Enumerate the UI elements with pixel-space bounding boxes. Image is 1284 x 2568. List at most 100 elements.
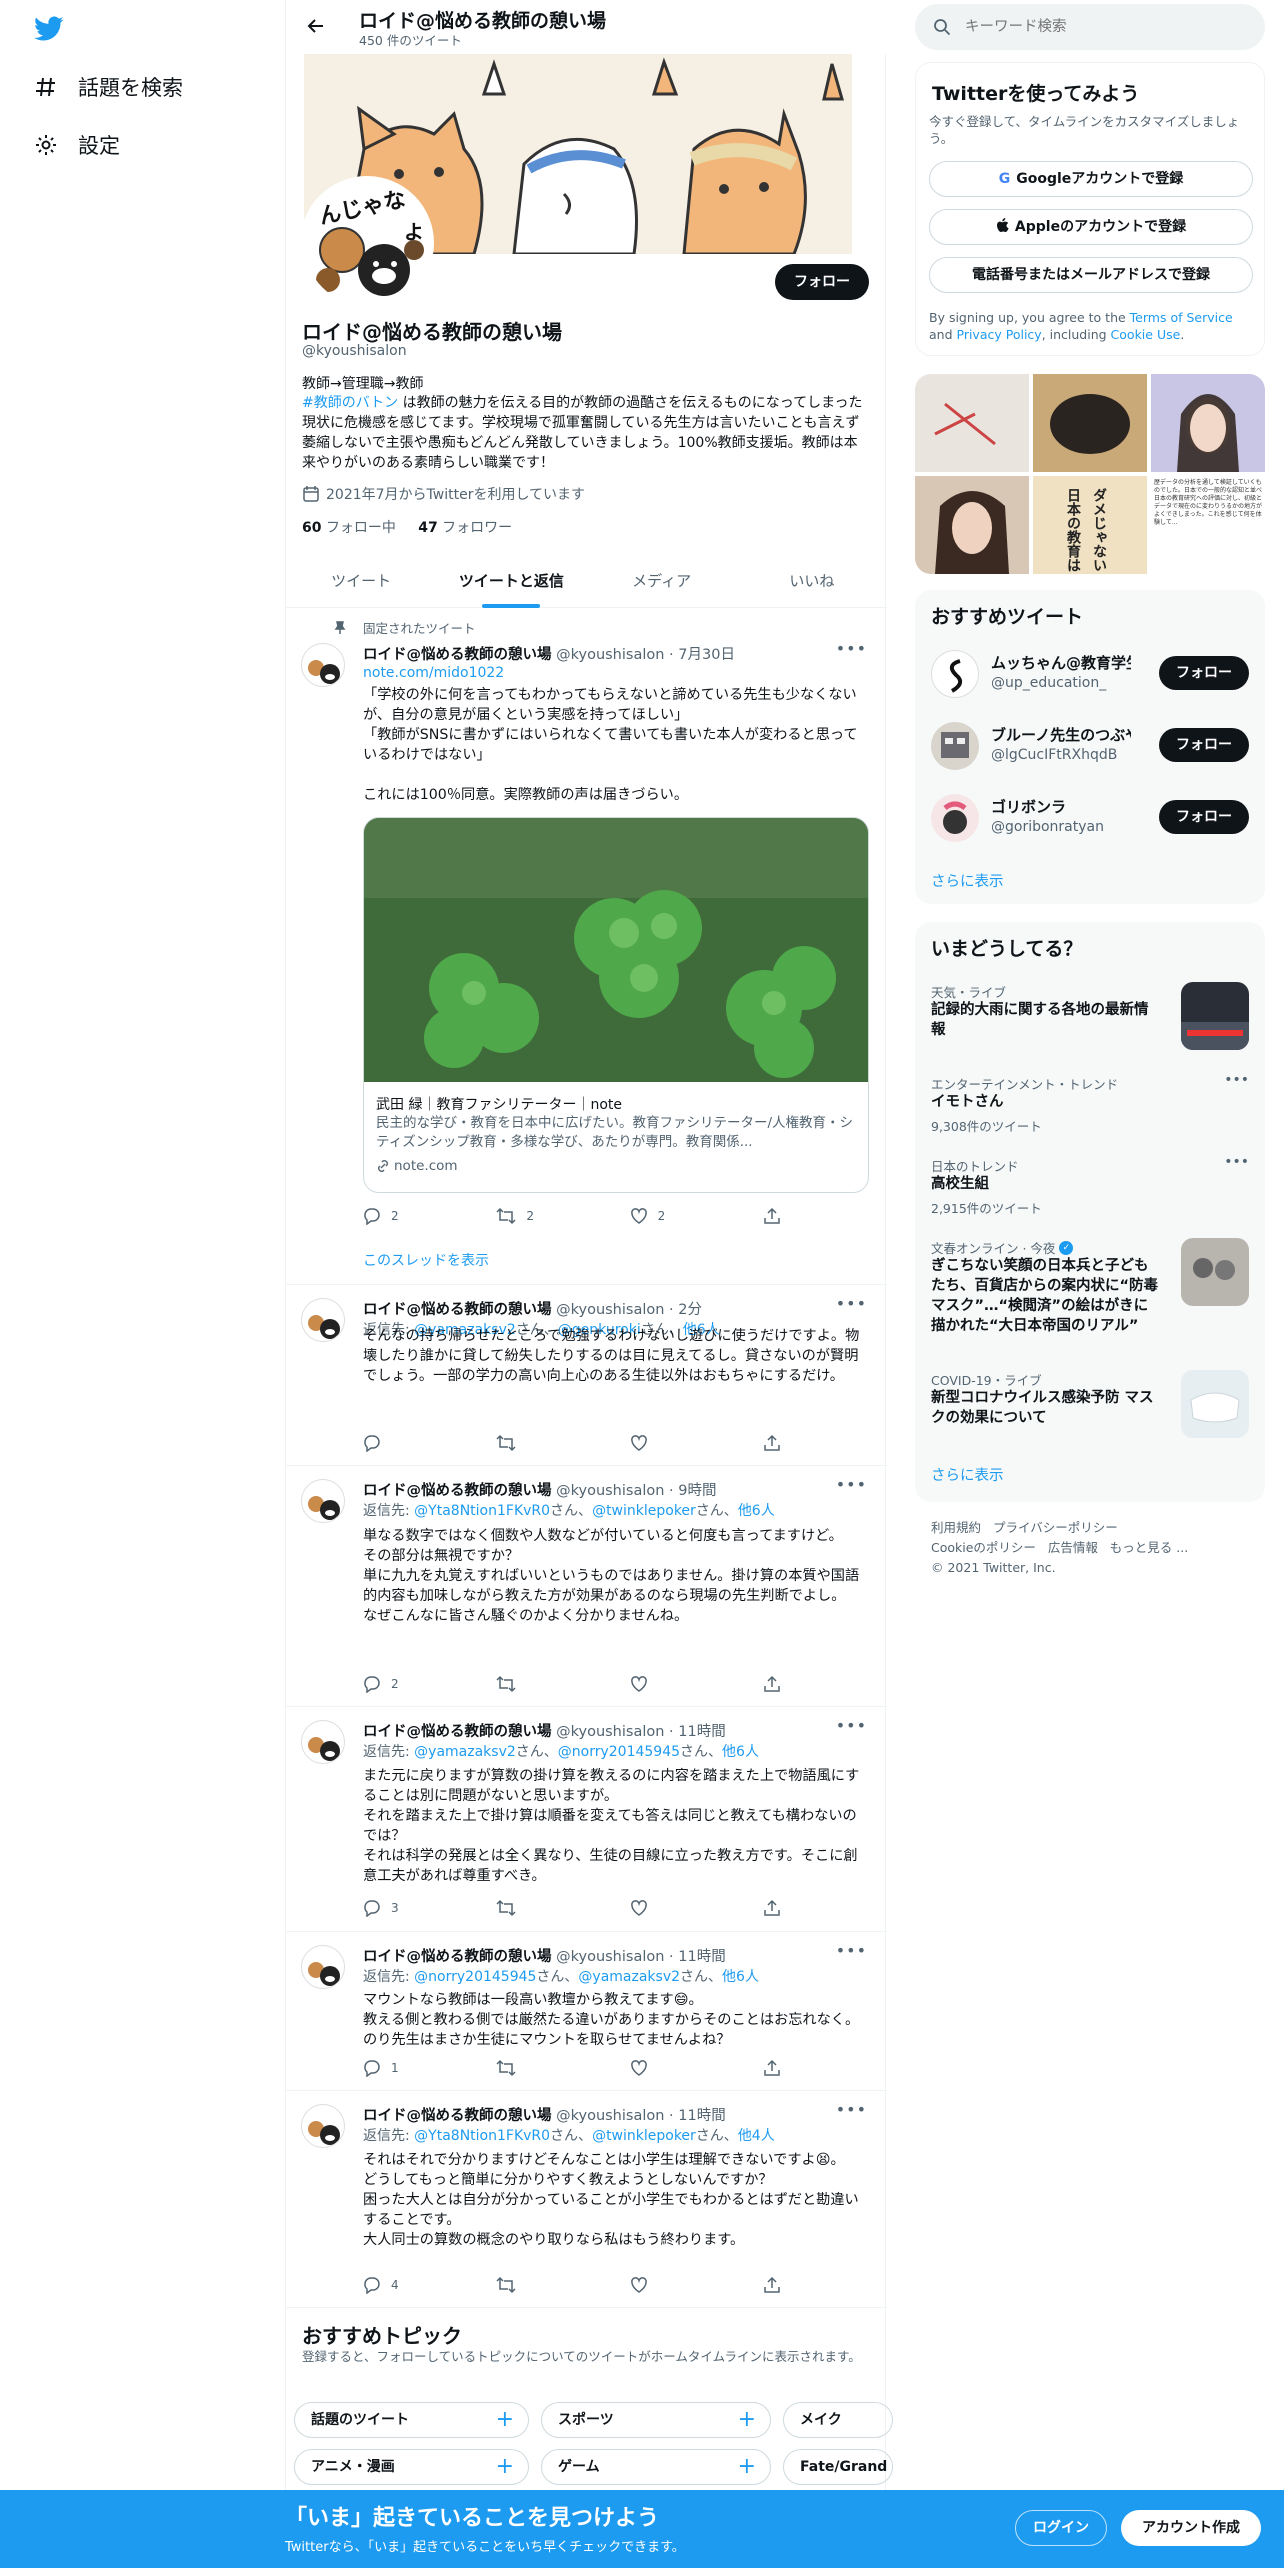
- reply-mention[interactable]: @yamazaksv2: [578, 1969, 680, 1985]
- topic-chip[interactable]: スポーツ +: [541, 2402, 771, 2438]
- avatar[interactable]: [301, 643, 345, 687]
- reply-mention[interactable]: @twinklepoker: [592, 2128, 696, 2144]
- more-icon[interactable]: •••: [836, 1294, 867, 1313]
- retweet-button[interactable]: [496, 1673, 596, 1695]
- like-button[interactable]: [630, 1897, 730, 1919]
- tab-media[interactable]: メディア: [587, 556, 737, 607]
- more-icon[interactable]: •••: [836, 1716, 867, 1735]
- back-arrow-icon[interactable]: [306, 16, 326, 40]
- create-account-button[interactable]: アカウント作成: [1121, 2510, 1261, 2546]
- reply-mention[interactable]: @norry20145945: [558, 1744, 680, 1760]
- follow-button[interactable]: フォロー: [775, 264, 869, 300]
- follow-button[interactable]: フォロー: [1159, 728, 1249, 762]
- tweet-author-name[interactable]: ロイド@悩める教師の憩い場: [363, 647, 552, 663]
- recommended-show-more[interactable]: さらに表示: [931, 870, 1004, 891]
- show-thread-link[interactable]: このスレッドを表示: [363, 1250, 489, 1270]
- reply-others-link[interactable]: 他4人: [738, 2128, 775, 2144]
- retweet-button[interactable]: [496, 2057, 596, 2079]
- media-thumb-5[interactable]: 日本の教育は ダメじゃない: [1033, 476, 1147, 574]
- reply-tweet[interactable]: ロイド@悩める教師の憩い場 @kyoushisalon · 9時間 ••• 返信先:…: [286, 1467, 887, 1707]
- trend-item[interactable]: 日本のトレンド 高校生組 2,915件のツイート •••: [915, 1154, 1265, 1216]
- reply-button[interactable]: 4: [363, 2274, 463, 2296]
- link-card[interactable]: 武田 緑｜教育ファシリテーター｜note 民主的な学び・教育を日本中に広げたい。…: [363, 817, 869, 1193]
- media-thumb-6[interactable]: 歴データの分析を通して検証していくものでした。日本での一般的な認知と並べ日本の教…: [1151, 476, 1265, 574]
- follow-button[interactable]: フォロー: [1159, 800, 1249, 834]
- retweet-button[interactable]: 2: [496, 1205, 596, 1227]
- cookie-link[interactable]: Cookie Use: [1111, 327, 1181, 342]
- footer-cookie[interactable]: Cookieのポリシー: [931, 1540, 1036, 1555]
- avatar[interactable]: [301, 1945, 345, 1989]
- retweet-button[interactable]: [496, 2274, 596, 2296]
- tweet-author-name[interactable]: ロイド@悩める教師の憩い場: [363, 1302, 552, 1318]
- media-thumb-1[interactable]: [915, 374, 1029, 472]
- reply-mention[interactable]: @yamazaksv2: [414, 1744, 516, 1760]
- tab-tweets-replies[interactable]: ツイートと返信: [436, 556, 586, 607]
- avatar[interactable]: [301, 1479, 345, 1523]
- like-button[interactable]: [630, 1432, 730, 1454]
- reply-others-link[interactable]: 他6人: [722, 1744, 759, 1760]
- reply-tweet[interactable]: ロイド@悩める教師の憩い場 @kyoushisalon · 11時間 ••• 返信先…: [286, 1708, 887, 1932]
- topic-chip[interactable]: アニメ・漫画 +: [294, 2449, 529, 2485]
- reply-tweet[interactable]: ロイド@悩める教師の憩い場 @kyoushisalon · 11時間 ••• 返信先…: [286, 2092, 887, 2308]
- media-thumb-4[interactable]: [915, 476, 1029, 574]
- retweet-button[interactable]: [496, 1897, 596, 1919]
- avatar[interactable]: [301, 2104, 345, 2148]
- search-input[interactable]: [965, 12, 1245, 42]
- following-link[interactable]: 60 フォロー中: [302, 520, 396, 536]
- like-button[interactable]: [630, 2057, 730, 2079]
- trend-item[interactable]: COVID-19・ライブ 新型コロナウイルス感染予防 マスクの効果について: [915, 1370, 1265, 1450]
- reply-mention[interactable]: @Yta8Ntion1FKvR0: [414, 1503, 550, 1519]
- more-icon[interactable]: •••: [1224, 1072, 1249, 1088]
- reply-button[interactable]: 1: [363, 2057, 463, 2079]
- reply-button[interactable]: [363, 1432, 463, 1454]
- share-button[interactable]: [763, 1432, 783, 1454]
- apple-signup-button[interactable]: Appleのアカウントで登録: [929, 209, 1253, 245]
- twitter-logo-icon[interactable]: [34, 16, 64, 46]
- login-button[interactable]: ログイン: [1015, 2510, 1107, 2546]
- google-signup-button[interactable]: G Googleアカウントで登録: [929, 161, 1253, 197]
- phone-email-signup-button[interactable]: 電話番号またはメールアドレスで登録: [929, 257, 1253, 293]
- share-button[interactable]: [763, 1897, 783, 1919]
- trend-item[interactable]: 天気・ライブ 記録的大雨に関する各地の最新情報: [915, 982, 1265, 1062]
- share-button[interactable]: [763, 1673, 783, 1695]
- reply-tweet[interactable]: ロイド@悩める教師の憩い場 @kyoushisalon · 2分 ••• 返信先: …: [286, 1286, 887, 1466]
- followers-link[interactable]: 47 フォロワー: [418, 520, 512, 536]
- share-button[interactable]: [763, 2274, 783, 2296]
- media-thumb-3[interactable]: [1151, 374, 1265, 472]
- topic-chip[interactable]: メイク: [783, 2402, 893, 2438]
- more-icon[interactable]: •••: [836, 2100, 867, 2119]
- reply-mention[interactable]: @norry20145945: [414, 1969, 536, 1985]
- more-icon[interactable]: •••: [836, 1941, 867, 1960]
- bio-hashtag-link[interactable]: #教師のバトン: [302, 395, 398, 411]
- retweet-button[interactable]: [496, 1432, 596, 1454]
- recommended-user[interactable]: ムッちゃん@教育学生 @up_education_ フォロー: [915, 636, 1265, 708]
- nav-explore[interactable]: 話題を検索: [34, 72, 183, 102]
- footer-privacy[interactable]: プライバシーポリシー: [993, 1520, 1118, 1535]
- media-thumb-2[interactable]: [1033, 374, 1147, 472]
- like-button[interactable]: [630, 2274, 730, 2296]
- tweet-author-name[interactable]: ロイド@悩める教師の憩い場: [363, 1949, 552, 1965]
- recommended-user[interactable]: ブルーノ先生のつぶやき @lgCucIFtRXhqdB フォロー: [915, 708, 1265, 780]
- reply-others-link[interactable]: 他6人: [738, 1503, 775, 1519]
- reply-mention[interactable]: @twinklepoker: [592, 1503, 696, 1519]
- footer-terms[interactable]: 利用規約: [931, 1520, 981, 1535]
- reply-mention[interactable]: @Yta8Ntion1FKvR0: [414, 2128, 550, 2144]
- pinned-tweet[interactable]: 固定されたツイート ロイド@悩める教師の憩い場 @kyoushisalon · …: [286, 609, 887, 1285]
- share-button[interactable]: [763, 2057, 783, 2079]
- nav-settings[interactable]: 設定: [34, 130, 120, 160]
- footer-ads[interactable]: 広告情報: [1048, 1540, 1098, 1555]
- reply-tweet[interactable]: ロイド@悩める教師の憩い場 @kyoushisalon · 11時間 ••• 返信先…: [286, 1933, 887, 2091]
- tab-tweets[interactable]: ツイート: [286, 556, 436, 607]
- privacy-link[interactable]: Privacy Policy: [957, 327, 1042, 342]
- avatar[interactable]: [301, 1720, 345, 1764]
- trends-show-more[interactable]: さらに表示: [931, 1464, 1004, 1485]
- topic-chip[interactable]: 話題のツイート +: [294, 2402, 529, 2438]
- reply-others-link[interactable]: 他6人: [722, 1969, 759, 1985]
- tweet-author-name[interactable]: ロイド@悩める教師の憩い場: [363, 2108, 552, 2124]
- more-icon[interactable]: •••: [836, 639, 867, 658]
- more-icon[interactable]: •••: [1224, 1154, 1249, 1170]
- tos-link[interactable]: Terms of Service: [1130, 310, 1233, 325]
- avatar[interactable]: [301, 1298, 345, 1342]
- like-button[interactable]: [630, 1673, 730, 1695]
- footer-more[interactable]: もっと見る ...: [1110, 1540, 1188, 1555]
